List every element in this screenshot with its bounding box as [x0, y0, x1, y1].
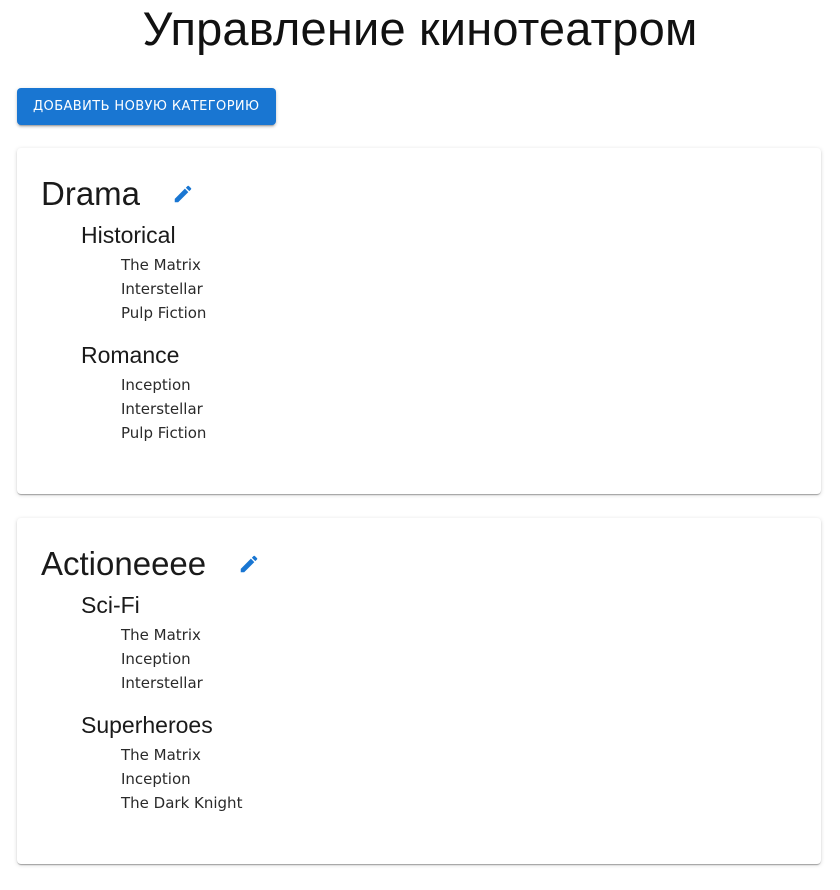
category-title: Drama — [41, 175, 141, 212]
movie-item: Inception — [121, 650, 191, 668]
subcategory-list: Sci-Fi The Matrix Inception Interstellar… — [81, 587, 797, 815]
movie-list: The Matrix Inception Interstellar — [121, 623, 797, 695]
category-title: Actioneeee — [41, 545, 207, 582]
category-card: Drama Historical The Matrix Interstellar… — [17, 148, 821, 494]
subcategory-title: Superheroes — [81, 712, 213, 738]
subcategory-list: Historical The Matrix Interstellar Pulp … — [81, 217, 797, 445]
movie-item: Pulp Fiction — [121, 304, 207, 322]
add-category-button[interactable]: ДОБАВИТЬ НОВУЮ КАТЕГОРИЮ — [17, 88, 276, 125]
category-header: Drama — [41, 172, 797, 216]
movie-item: Interstellar — [121, 674, 203, 692]
movie-item: Pulp Fiction — [121, 424, 207, 442]
edit-category-button[interactable] — [168, 179, 198, 209]
movie-item: The Matrix — [121, 256, 201, 274]
page-title: Управление кинотеатром — [142, 2, 698, 55]
category-card: Actioneeee Sci-Fi The Matrix Inception I… — [17, 518, 821, 864]
movie-item: Interstellar — [121, 400, 203, 418]
movie-item: The Matrix — [121, 746, 201, 764]
movie-list: Inception Interstellar Pulp Fiction — [121, 373, 797, 445]
movie-item: The Dark Knight — [121, 794, 243, 812]
movie-list: The Matrix Interstellar Pulp Fiction — [121, 253, 797, 325]
movie-item: Inception — [121, 376, 191, 394]
movie-item: Interstellar — [121, 280, 203, 298]
category-list: Drama Historical The Matrix Interstellar… — [17, 148, 823, 864]
pencil-icon — [174, 185, 192, 203]
pencil-icon — [240, 555, 258, 573]
category-header: Actioneeee — [41, 542, 797, 586]
subcategory-title: Sci-Fi — [81, 592, 140, 618]
movie-item: The Matrix — [121, 626, 201, 644]
edit-category-button[interactable] — [234, 549, 264, 579]
subcategory-title: Historical — [81, 222, 176, 248]
subcategory-title: Romance — [81, 342, 180, 368]
page: Управление кинотеатром ДОБАВИТЬ НОВУЮ КА… — [0, 0, 840, 890]
movie-list: The Matrix Inception The Dark Knight — [121, 743, 797, 815]
movie-item: Inception — [121, 770, 191, 788]
